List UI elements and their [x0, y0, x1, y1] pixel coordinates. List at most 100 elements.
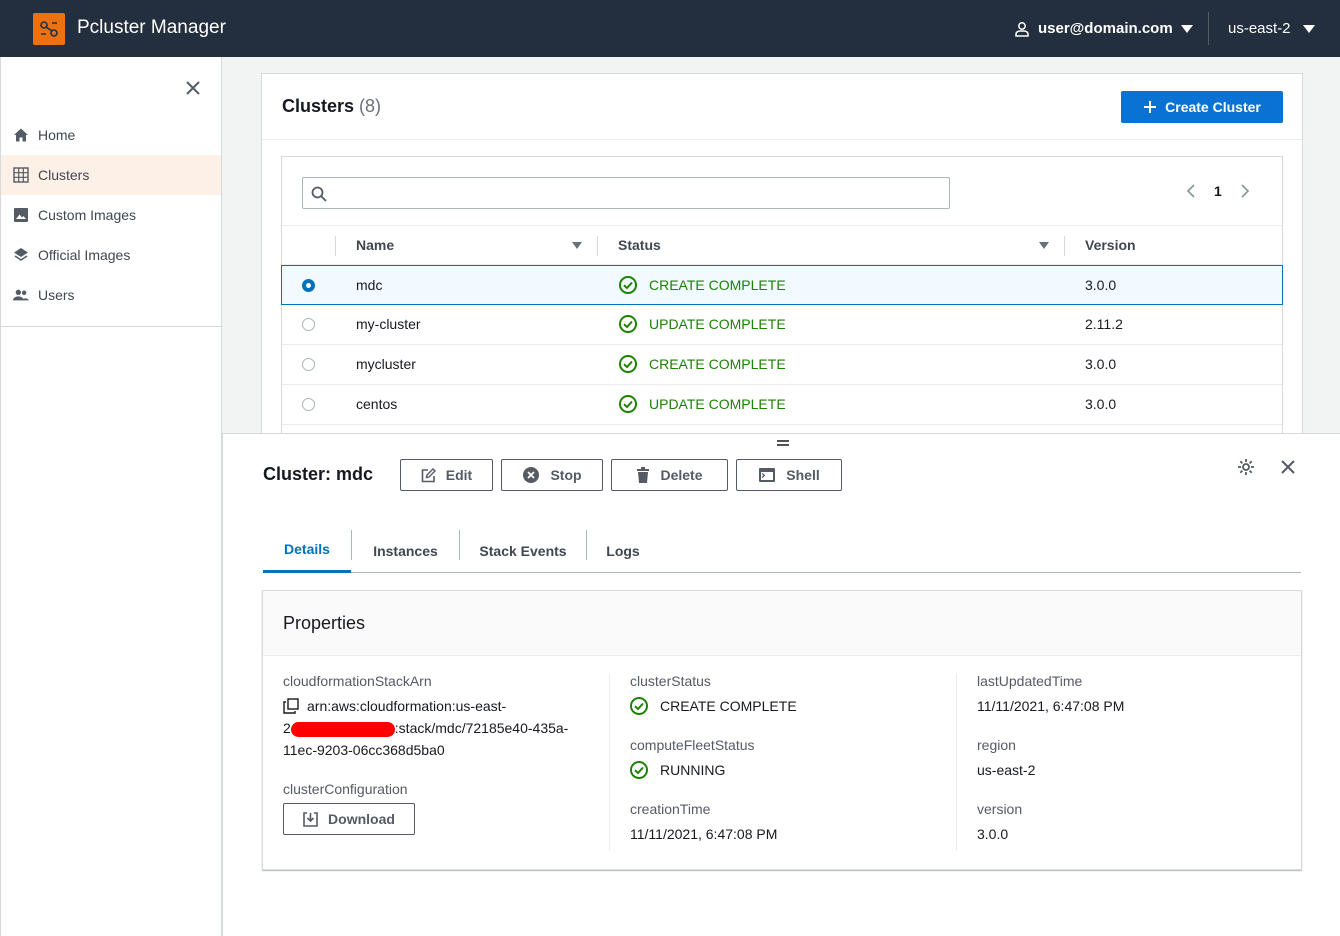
edit-label: Edit: [445, 467, 473, 483]
search-box[interactable]: [302, 177, 950, 209]
chevron-right-icon[interactable]: [1240, 184, 1250, 198]
sidebar-item-label: Users: [38, 287, 75, 303]
region-prop-label: region: [977, 737, 1016, 753]
cluster-name: mdc: [356, 277, 383, 293]
creation-time-label: creationTime: [630, 801, 711, 817]
sidebar-item-users[interactable]: Users: [1, 275, 221, 315]
status-text: RUNNING: [660, 762, 726, 778]
gear-icon[interactable]: [1237, 458, 1255, 476]
properties-column-2: clusterStatus CREATE COMPLETE computeFle…: [609, 673, 935, 851]
copy-icon[interactable]: [283, 698, 299, 714]
create-cluster-button[interactable]: Create Cluster: [1121, 91, 1283, 123]
stop-button[interactable]: Stop: [501, 459, 603, 491]
sidebar-item-official-images[interactable]: Official Images: [1, 235, 221, 275]
tab-stack-events[interactable]: Stack Events: [460, 528, 586, 573]
user-menu[interactable]: user@domain.com: [1014, 0, 1193, 57]
check-circle-icon: [619, 395, 637, 413]
drag-handle-icon[interactable]: [777, 439, 789, 447]
trash-icon: [637, 467, 650, 483]
check-circle-icon: [630, 697, 648, 715]
sidebar-item-label: Home: [38, 127, 76, 143]
table-row[interactable]: mycluster CREATE COMPLETE 3.0.0: [282, 345, 1282, 385]
last-updated-label: lastUpdatedTime: [977, 673, 1083, 689]
top-header: Pcluster Manager user@domain.com us-east…: [0, 0, 1340, 57]
table-row[interactable]: mdc CREATE COMPLETE 3.0.0: [281, 265, 1283, 305]
tab-bar: Details Instances Stack Events Logs: [263, 528, 1301, 573]
cluster-version: 3.0.0: [1085, 277, 1117, 293]
shell-button[interactable]: Shell: [736, 459, 842, 491]
cluster-name: mycluster: [356, 356, 416, 372]
stop-circle-icon: [523, 467, 540, 483]
pagination: 1: [1186, 183, 1250, 199]
check-circle-icon: [619, 315, 637, 333]
main-content: Clusters (8) Create Cluster 1 Name Statu…: [222, 57, 1340, 433]
grid-icon: [13, 167, 29, 183]
close-sidebar-icon[interactable]: [184, 79, 202, 97]
properties-container: Properties cloudformationStackArn arn:aw…: [262, 590, 1302, 870]
close-icon[interactable]: [1280, 459, 1296, 475]
user-icon: [1015, 21, 1029, 37]
status-text: CREATE COMPLETE: [649, 277, 786, 293]
sidebar-nav: Home Clusters Custom Images Official Ima…: [1, 115, 221, 327]
terminal-icon: [759, 468, 776, 482]
header-divider: [1208, 12, 1209, 45]
search-input[interactable]: [333, 182, 933, 204]
cluster-status: UPDATE COMPLETE: [619, 385, 786, 423]
status-text: CREATE COMPLETE: [660, 698, 797, 714]
tab-logs[interactable]: Logs: [587, 528, 659, 573]
column-separator: [597, 236, 598, 256]
sidebar-item-label: Custom Images: [38, 207, 137, 223]
image-icon: [13, 207, 29, 223]
check-circle-icon: [619, 355, 637, 373]
delete-button[interactable]: Delete: [611, 459, 728, 491]
sidebar-item-home[interactable]: Home: [1, 115, 221, 155]
creation-time-value: 11/11/2021, 6:47:08 PM: [630, 826, 778, 842]
split-panel-title: Cluster: mdc: [263, 464, 374, 484]
app-logo-icon[interactable]: [33, 13, 65, 45]
cluster-version: 3.0.0: [1085, 356, 1117, 372]
table-row[interactable]: centos UPDATE COMPLETE 3.0.0: [282, 385, 1282, 425]
status-text: UPDATE COMPLETE: [649, 316, 786, 332]
shell-label: Shell: [786, 467, 820, 483]
table-row[interactable]: my-cluster UPDATE COMPLETE 2.11.2: [282, 305, 1282, 345]
properties-column-1: cloudformationStackArn arn:aws:cloudform…: [283, 673, 609, 851]
sidebar-item-label: Official Images: [38, 247, 131, 263]
user-email: user@domain.com: [1038, 20, 1173, 37]
region-menu[interactable]: us-east-2: [1228, 0, 1315, 57]
row-radio[interactable]: [302, 318, 315, 331]
column-header-version[interactable]: Version: [1085, 226, 1136, 264]
sort-icon[interactable]: [572, 242, 582, 249]
row-radio[interactable]: [302, 358, 315, 371]
region-label: us-east-2: [1228, 20, 1291, 37]
row-radio[interactable]: [302, 398, 315, 411]
stack-arn-label: cloudformationStackArn: [283, 673, 432, 689]
region-prop-value: us-east-2: [977, 762, 1036, 778]
sidebar: Home Clusters Custom Images Official Ima…: [0, 57, 222, 936]
stack-arn-text: 11ec-9203-06cc368d5ba0: [283, 742, 445, 758]
cluster-status: CREATE COMPLETE: [619, 345, 786, 383]
chevron-left-icon[interactable]: [1186, 184, 1196, 198]
tab-instances[interactable]: Instances: [352, 528, 459, 573]
version-prop-value: 3.0.0: [977, 826, 1009, 842]
edit-button[interactable]: Edit: [400, 459, 493, 491]
cluster-status: UPDATE COMPLETE: [619, 305, 786, 343]
sort-icon[interactable]: [1039, 242, 1049, 249]
cluster-config-label: clusterConfiguration: [283, 781, 408, 797]
download-button[interactable]: Download: [283, 803, 415, 835]
row-radio[interactable]: [302, 279, 315, 292]
app-title[interactable]: Pcluster Manager: [77, 17, 226, 39]
sidebar-item-clusters[interactable]: Clusters: [1, 155, 221, 195]
cluster-version: 3.0.0: [1085, 396, 1117, 412]
status-text: CREATE COMPLETE: [649, 356, 786, 372]
sidebar-item-custom-images[interactable]: Custom Images: [1, 195, 221, 235]
redacted-mark: [290, 721, 395, 737]
clusters-card: Clusters (8) Create Cluster 1 Name Statu…: [261, 73, 1303, 433]
cluster-status: CREATE COMPLETE: [619, 266, 786, 304]
stack-arn-text: arn:aws:cloudformation:us-east-: [307, 698, 507, 714]
cluster-version: 2.11.2: [1085, 316, 1123, 332]
column-header-name[interactable]: Name: [356, 226, 394, 264]
tab-details[interactable]: Details: [263, 528, 351, 573]
stop-label: Stop: [550, 467, 582, 483]
page-number[interactable]: 1: [1214, 183, 1222, 199]
column-header-status[interactable]: Status: [618, 226, 661, 264]
